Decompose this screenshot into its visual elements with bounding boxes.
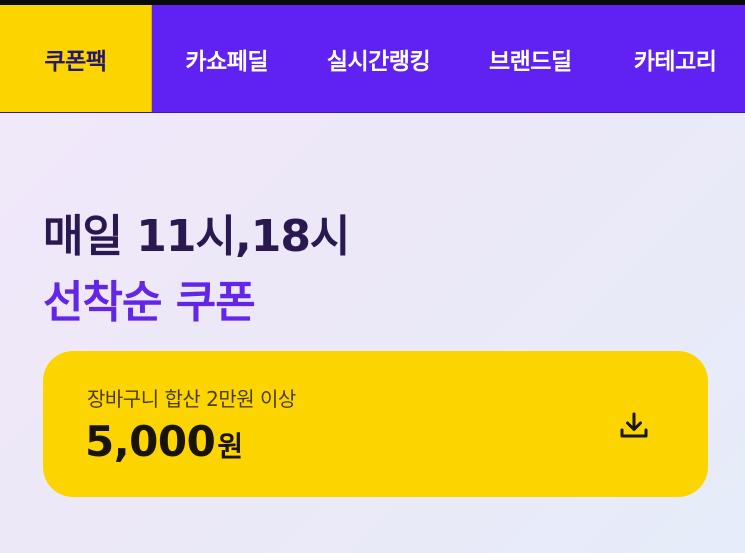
category-nav: 쿠폰팩 카쇼페딜 실시간랭킹 브랜드딜 카테고리 xyxy=(0,5,745,113)
tab-brand-deal[interactable]: 브랜드딜 xyxy=(455,5,605,112)
coupon-condition: 장바구니 합산 2만원 이상 xyxy=(87,387,296,411)
coupon-amount-value: 5,000 xyxy=(85,417,216,466)
headline-schedule: 매일 11시,18시 xyxy=(43,211,350,262)
coupon-amount-unit: 원 xyxy=(217,430,244,463)
tab-category[interactable]: 카테고리 xyxy=(605,5,745,112)
tab-coupon-pack[interactable]: 쿠폰팩 xyxy=(0,5,152,112)
coupon-amount: 5,000 원 xyxy=(85,417,243,466)
tab-kashop-deal[interactable]: 카쇼페딜 xyxy=(152,5,302,112)
download-icon[interactable] xyxy=(617,408,651,442)
coupon-card[interactable]: 장바구니 합산 2만원 이상 5,000 원 xyxy=(43,351,708,497)
headline-first-come-coupon: 선착순 쿠폰 xyxy=(43,277,256,328)
tab-realtime-ranking[interactable]: 실시간랭킹 xyxy=(302,5,456,112)
